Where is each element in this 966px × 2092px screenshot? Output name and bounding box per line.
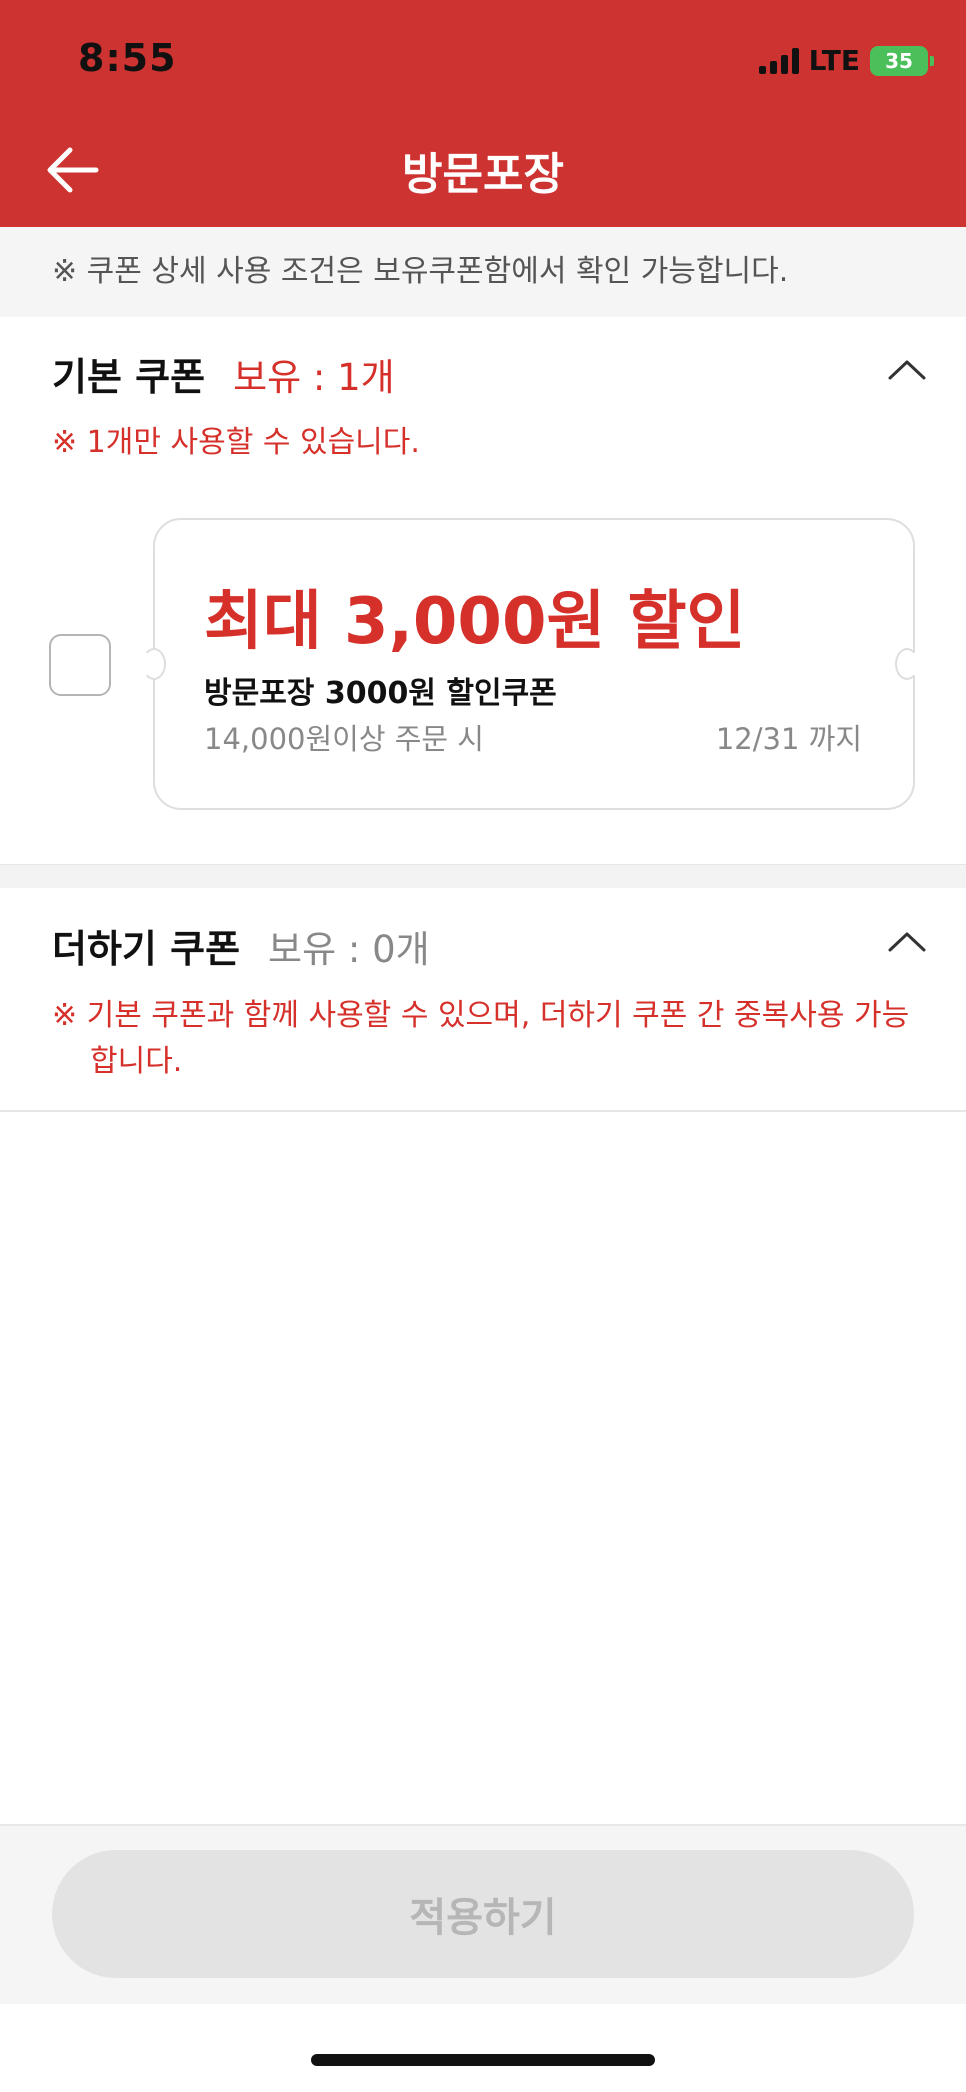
plus-coupon-count: 보유 : 0개: [268, 928, 430, 971]
chevron-up-icon[interactable]: [884, 350, 930, 390]
coupon-discount-amount: 최대 3,000원 할인: [204, 585, 746, 659]
battery-charging-icon: 35: [870, 45, 934, 76]
section-divider-thin: [0, 1110, 966, 1112]
signal-icon: [758, 47, 799, 74]
coupon-screen: 8:55 LTE 35 방문포장 ※ 쿠폰 상세 사용 조건은 보유쿠폰함에서 …: [0, 0, 966, 2092]
coupon-notch-left: [142, 648, 166, 680]
coupon-name: 방문포장 3000원 할인쿠폰: [204, 676, 557, 711]
network-label: LTE: [808, 44, 860, 77]
coupon-checkbox[interactable]: [49, 634, 111, 696]
home-indicator: [311, 2054, 655, 2066]
apply-button[interactable]: 적용하기: [52, 1850, 914, 1978]
plus-coupon-header: 더하기 쿠폰 보유 : 0개: [52, 918, 430, 973]
battery-level: 35: [885, 48, 913, 73]
chevron-up-icon[interactable]: [884, 922, 930, 962]
basic-coupon-title: 기본 쿠폰: [52, 355, 206, 399]
coupon-notice: ※ 쿠폰 상세 사용 조건은 보유쿠폰함에서 확인 가능합니다.: [0, 227, 966, 317]
plus-coupon-rule: ※ 기본 쿠폰과 함께 사용할 수 있으며, 더하기 쿠폰 간 중복사용 가능 …: [52, 993, 909, 1085]
basic-coupon-rule: ※ 1개만 사용할 수 있습니다.: [52, 425, 420, 460]
basic-coupon-count: 보유 : 1개: [233, 356, 395, 399]
section-divider: [0, 864, 966, 888]
status-indicators: LTE 35: [758, 44, 934, 77]
coupon-condition: 14,000원이상 주문 시: [204, 722, 484, 756]
status-time: 8:55: [78, 36, 177, 80]
plus-coupon-rule-line2: 합니다.: [90, 1044, 183, 1079]
coupon-notch-right: [895, 648, 919, 680]
plus-coupon-rule-line1: ※ 기본 쿠폰과 함께 사용할 수 있으며, 더하기 쿠폰 간 중복사용 가능: [52, 998, 910, 1033]
plus-coupon-title: 더하기 쿠폰: [52, 927, 241, 971]
page-title: 방문포장: [402, 149, 564, 200]
header-bar: 8:55 LTE 35 방문포장: [0, 0, 966, 227]
coupon-expiry: 12/31 까지: [715, 722, 862, 756]
basic-coupon-header: 기본 쿠폰 보유 : 1개: [52, 346, 395, 401]
coupon-card[interactable]: [153, 518, 915, 810]
